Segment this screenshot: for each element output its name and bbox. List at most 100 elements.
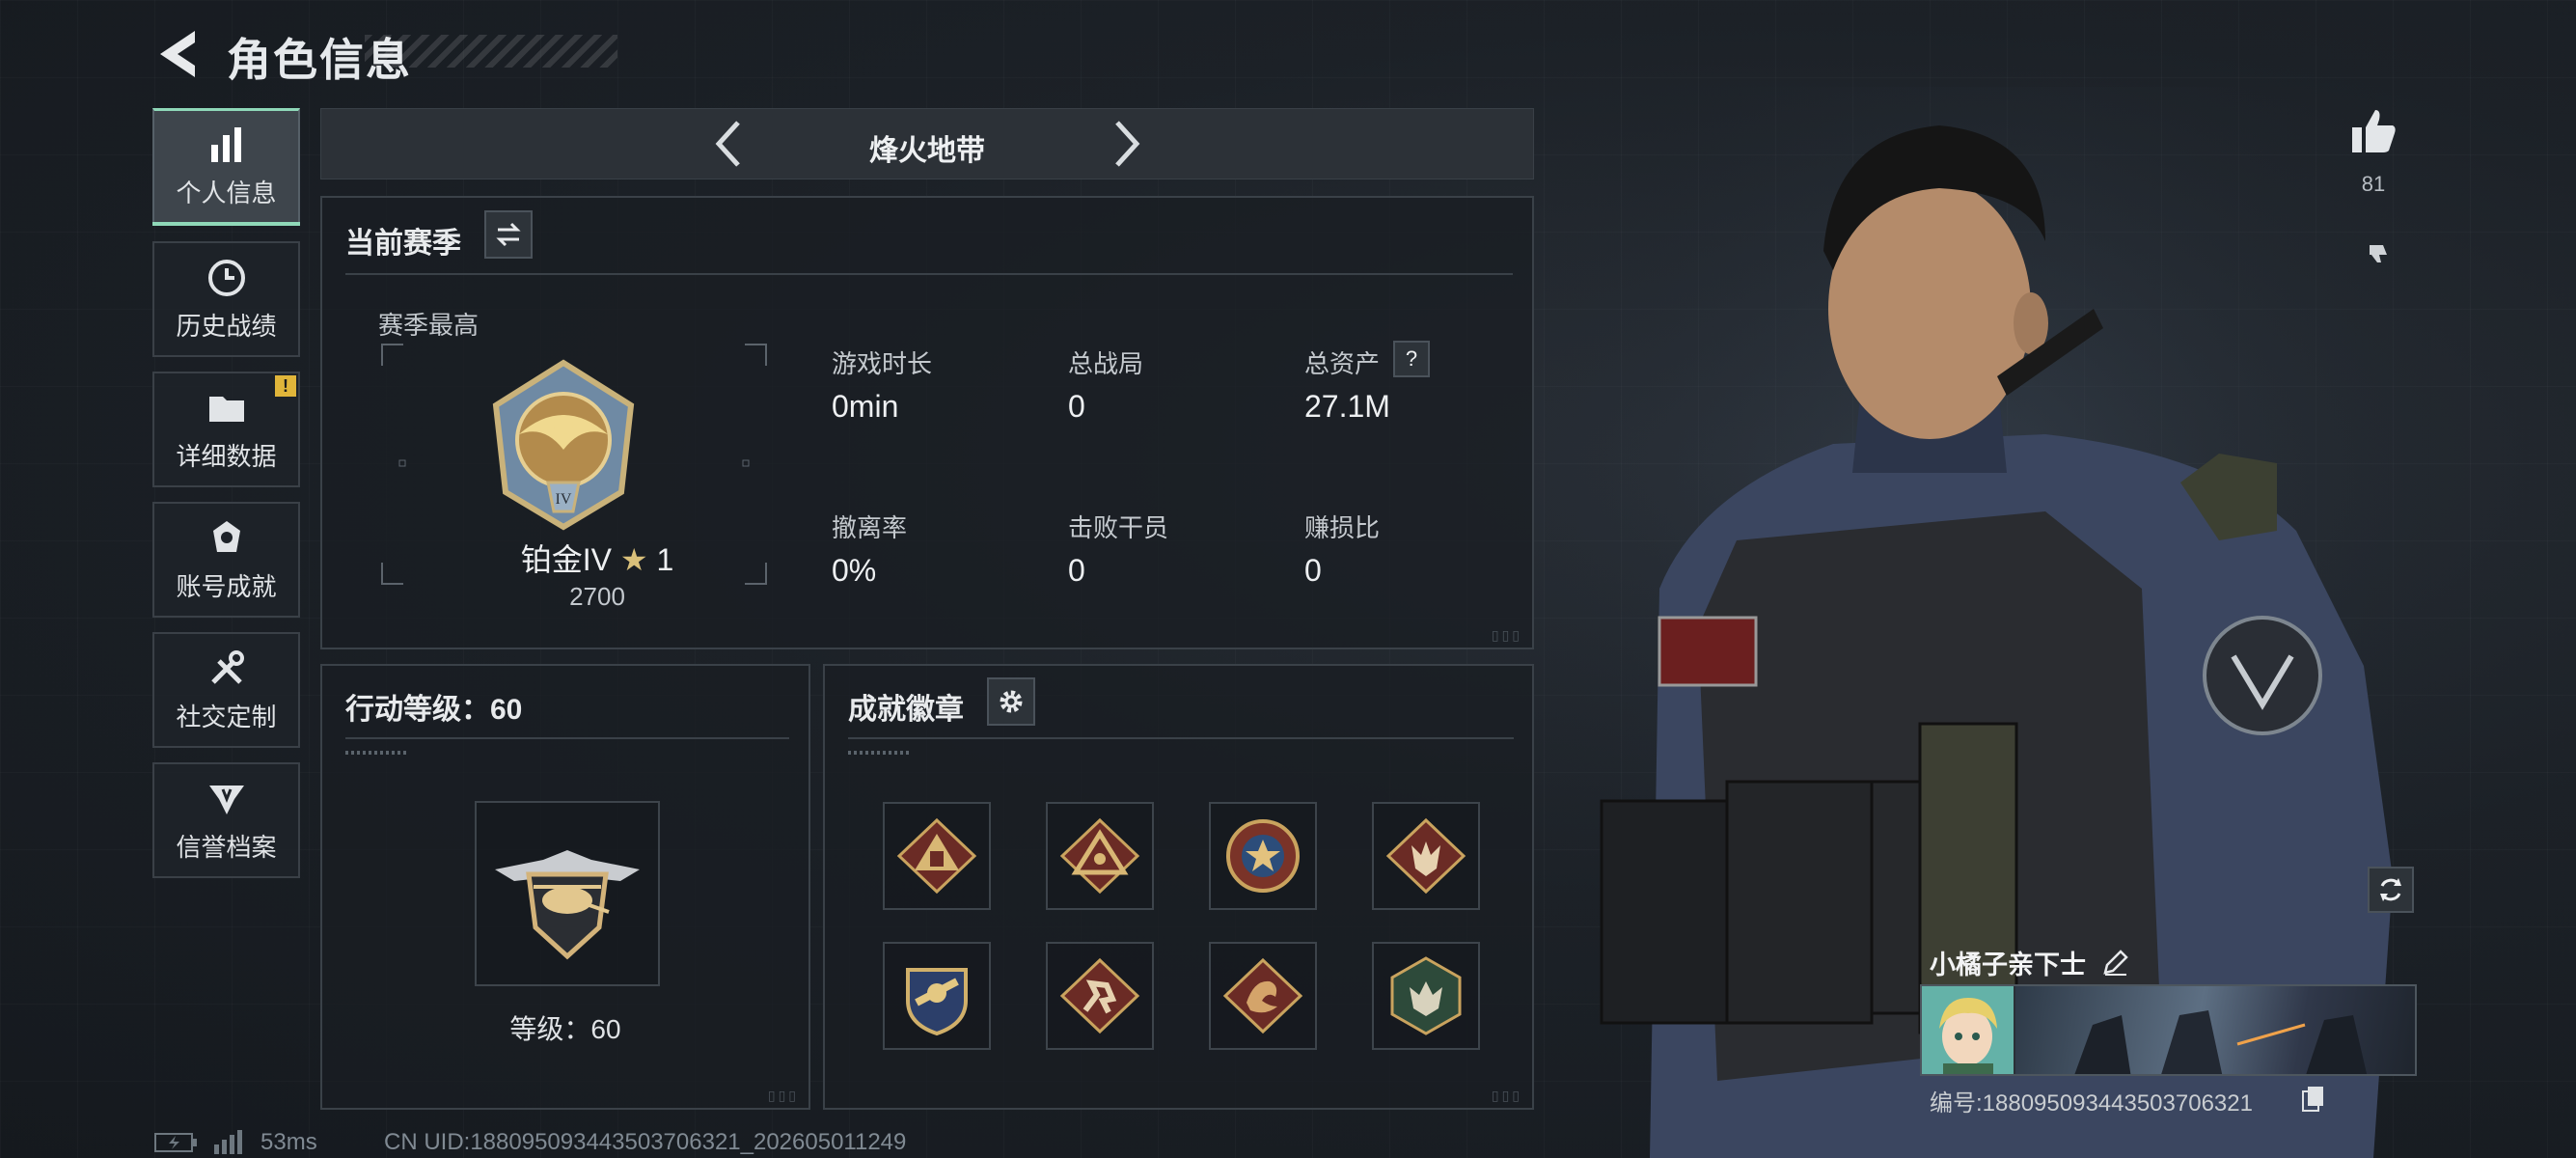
stat-value: 0 [1068, 389, 1085, 424]
mode-title: 烽火地带 [869, 135, 985, 167]
achievement-icon [212, 520, 240, 552]
dislike-button[interactable] [2366, 239, 2393, 271]
signal-icon [212, 1129, 247, 1158]
achievement-panel: 成就徽章 ▯▯▯ [823, 664, 1534, 1110]
achievement-badge[interactable] [1046, 802, 1154, 910]
player-name: 小橘子亲下士 [1930, 951, 2086, 979]
divider-dash [848, 751, 912, 755]
battery-icon [154, 1131, 199, 1158]
dragon-diamond-badge-icon [1222, 957, 1303, 1034]
rank-name: 铂金IV [520, 542, 612, 577]
stat-value: 0 [1304, 553, 1322, 588]
achievement-badge[interactable] [1209, 802, 1317, 910]
nav-label: 信誉档案 [176, 832, 277, 862]
achievement-badge[interactable] [1372, 802, 1480, 910]
divider [345, 737, 789, 739]
uid-text: CN UID:1880950934435037063​21_2026050112… [384, 1129, 907, 1155]
avatar-portrait-icon [1922, 986, 2014, 1074]
nav-label: 账号成就 [176, 571, 277, 601]
season-switch-button[interactable] [484, 210, 533, 259]
wolf-diamond-badge-icon [1385, 817, 1466, 895]
like-count: 81 [2361, 172, 2386, 196]
edit-name-button[interactable] [2101, 948, 2130, 981]
stat-value: 27.1M [1304, 389, 1390, 424]
banner-image [2015, 986, 2415, 1074]
action-level-panel: 行动等级：60 等级：60 ▯▯▯ [320, 664, 810, 1110]
banner-soldiers-illustration [2074, 1010, 2368, 1074]
copy-id-button[interactable] [2300, 1085, 2327, 1117]
nav-label: 个人信息 [176, 179, 277, 207]
corner-decoration: ▯▯▯ [1491, 627, 1522, 643]
achievement-badge[interactable] [1372, 942, 1480, 1050]
nav-item-history[interactable]: 历史战绩 [152, 241, 300, 357]
achievement-badge[interactable] [1046, 942, 1154, 1050]
thumbs-up-icon [2352, 110, 2396, 152]
action-level-title: 行动等级：60 [345, 694, 523, 726]
corner-decoration: ▯▯▯ [1491, 1088, 1522, 1103]
title-decoration [365, 35, 617, 68]
gear-icon [1000, 690, 1023, 713]
ping-text: 53ms [260, 1129, 317, 1155]
refresh-icon [2380, 878, 2401, 901]
player-id: 编号:1880950934435037063​21 [1930, 1090, 2253, 1117]
reputation-icon [208, 785, 244, 814]
tools-icon [210, 649, 244, 684]
stat-label: 总战局 [1068, 349, 1144, 378]
history-clock-icon [207, 259, 245, 296]
rank-name-row: 铂金IV ★ 1 [486, 536, 708, 580]
shield-badge-icon [906, 968, 968, 1036]
nav-label: 详细数据 [176, 441, 277, 471]
stat-label: 撤离率 [832, 513, 908, 542]
nav-item-personal-info[interactable]: 个人信息 [152, 108, 300, 226]
season-panel: 当前赛季 赛季最高 IV 铂金IV ★ 1 2700 游戏时长 0min 总战局… [320, 196, 1534, 649]
helicopter-level-emblem-icon [495, 850, 640, 960]
achievement-badge[interactable] [1209, 942, 1317, 1050]
nav-item-social-custom[interactable]: 社交定制 [152, 632, 300, 748]
nav-item-account-achievement[interactable]: 账号成就 [152, 502, 300, 618]
rank-stars: 1 [656, 542, 674, 577]
back-button[interactable] [154, 27, 203, 81]
chevron-right-icon [1115, 121, 1140, 167]
help-button[interactable]: ? [1393, 341, 1430, 377]
avatar [1922, 986, 2014, 1074]
stat-label: 游戏时长 [832, 349, 933, 378]
stat-label: 击败干员 [1068, 513, 1169, 542]
achievement-badge[interactable] [883, 942, 991, 1050]
nav-label: 历史战绩 [176, 311, 277, 341]
divider-dash [345, 751, 409, 755]
stat-value: 0 [1068, 553, 1085, 588]
thumbs-down-icon [2370, 245, 2387, 262]
stat-label: 总资产 [1304, 349, 1381, 378]
divider [345, 273, 1513, 275]
star-icon: ★ [619, 542, 648, 577]
star-medal-badge-icon [1226, 819, 1300, 893]
copy-icon [2302, 1087, 2323, 1112]
bar-chart-icon [210, 127, 241, 162]
nav-item-detail-data[interactable]: 详细数据 ! [152, 372, 300, 487]
achievement-title: 成就徽章 [848, 694, 964, 726]
achievement-settings-button[interactable] [987, 677, 1035, 726]
svg-text:IV: IV [556, 491, 572, 508]
level-emblem-frame [475, 801, 660, 986]
hex-wolf-badge-icon [1390, 956, 1462, 1035]
back-arrow-icon [160, 31, 195, 77]
season-title: 当前赛季 [345, 228, 461, 260]
level-text: 等级：60 [509, 1014, 621, 1044]
notification-badge: ! [275, 375, 296, 397]
achievement-badge[interactable] [883, 802, 991, 910]
nav-label: 社交定制 [176, 702, 277, 731]
player-banner-card[interactable] [1920, 984, 2417, 1076]
nav-item-reputation[interactable]: 信誉档案 [152, 762, 300, 878]
season-highest-label: 赛季最高 [378, 311, 480, 340]
next-mode-button[interactable] [1108, 115, 1146, 173]
folder-icon [208, 396, 244, 422]
platinum-rank-emblem-icon: IV [492, 359, 635, 531]
corner-decoration: ▯▯▯ [767, 1088, 799, 1103]
runner-diamond-badge-icon [1059, 957, 1140, 1034]
refresh-appearance-button[interactable] [2368, 867, 2414, 913]
mode-switcher: 烽火地带 [320, 108, 1534, 179]
swap-icon [496, 222, 521, 247]
rank-score: 2700 [569, 582, 625, 611]
stat-value: 0min [832, 389, 899, 424]
like-button[interactable] [2346, 104, 2400, 163]
